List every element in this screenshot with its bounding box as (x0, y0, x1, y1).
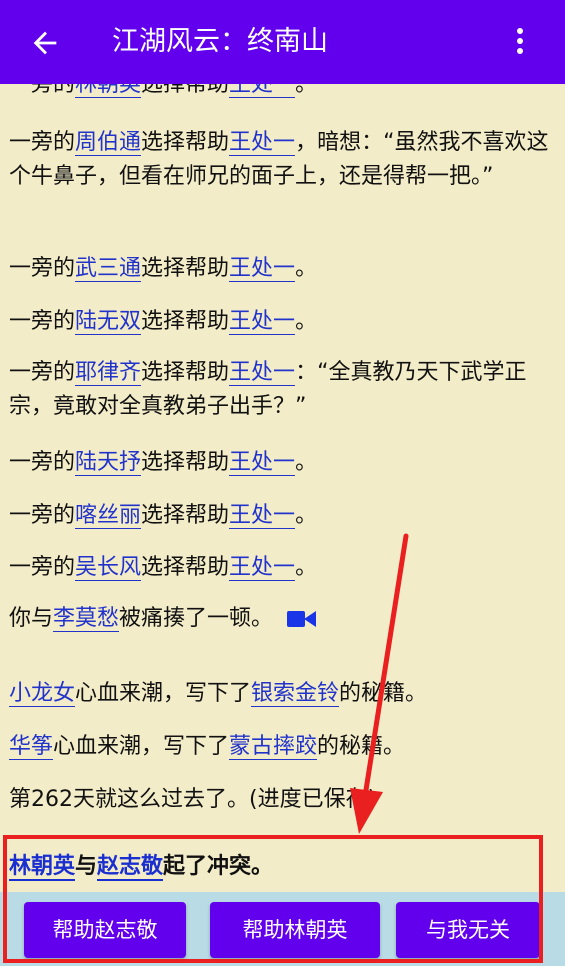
character-link[interactable]: 李莫愁 (53, 606, 120, 632)
character-link[interactable]: 赵志敬 (97, 854, 164, 881)
video-camera-icon[interactable] (287, 609, 317, 629)
choice-bar: 帮助赵志敬 帮助林朝英 与我无关 (0, 892, 565, 966)
event-panel: 林朝英与赵志敬起了冲突。 帮助赵志敬 帮助林朝英 与我无关 (0, 832, 565, 966)
character-link[interactable]: 王处一 (229, 503, 296, 529)
character-link[interactable]: 王处一 (229, 555, 296, 581)
character-link[interactable]: 林朝英 (9, 854, 76, 881)
character-link[interactable]: 王处一 (229, 309, 296, 335)
character-link[interactable]: 小龙女 (9, 681, 76, 707)
character-link[interactable]: 周伯通 (75, 130, 142, 156)
conflict-message: 林朝英与赵志敬起了冲突。 (0, 832, 565, 892)
log-line: 一旁的陆无双选择帮助王处一。 (9, 309, 318, 335)
log-line: 一旁的陆天抒选择帮助王处一。 (9, 450, 318, 476)
more-vert-icon[interactable] (508, 28, 532, 58)
log-line: 一旁的吴长风选择帮助王处一。 (9, 555, 318, 581)
log-line: 一旁的耶律齐选择帮助王处一：“全真教乃天下武学正宗，竟敢对全真教弟子出手？” (9, 360, 527, 419)
character-link[interactable]: 华筝 (9, 734, 54, 760)
character-link[interactable]: 王处一 (229, 450, 296, 476)
log-line: 第262天就这么过去了。(进度已保存) (9, 787, 377, 812)
log-line: 华筝心血来潮，写下了蒙古摔跤的秘籍。 (9, 734, 406, 760)
character-link[interactable]: 陆无双 (75, 309, 142, 335)
character-link[interactable]: 吴长风 (75, 555, 142, 581)
arrow-left-icon[interactable] (28, 26, 62, 60)
message-log: 一旁的林朝英选择帮助王处一。 一旁的周伯通选择帮助王处一，暗想：“虽然我不喜欢这… (0, 60, 565, 832)
character-link[interactable]: 喀丝丽 (75, 503, 142, 529)
skill-link[interactable]: 银索金铃 (251, 681, 340, 707)
character-link[interactable]: 武三通 (75, 256, 142, 282)
skill-link[interactable]: 蒙古摔跤 (229, 734, 318, 760)
not-involved-button[interactable]: 与我无关 (396, 902, 540, 958)
app-bar: 江湖风云：终南山 (0, 0, 565, 84)
help-zhao-button[interactable]: 帮助赵志敬 (24, 902, 186, 958)
log-line: 一旁的周伯通选择帮助王处一，暗想：“虽然我不喜欢这个牛鼻子，但看在师兄的面子上，… (9, 130, 549, 189)
log-line: 你与李莫愁被痛揍了一顿。 (9, 602, 554, 636)
character-link[interactable]: 王处一 (229, 130, 296, 156)
character-link[interactable]: 王处一 (229, 360, 296, 386)
page-title: 江湖风云：终南山 (112, 26, 328, 57)
log-line: 一旁的武三通选择帮助王处一。 (9, 256, 318, 282)
character-link[interactable]: 陆天抒 (75, 450, 142, 476)
character-link[interactable]: 王处一 (229, 256, 296, 282)
help-lin-button[interactable]: 帮助林朝英 (210, 902, 380, 958)
log-line: 小龙女心血来潮，写下了银索金铃的秘籍。 (9, 681, 428, 707)
log-line: 一旁的喀丝丽选择帮助王处一。 (9, 503, 318, 529)
character-link[interactable]: 耶律齐 (75, 360, 142, 386)
